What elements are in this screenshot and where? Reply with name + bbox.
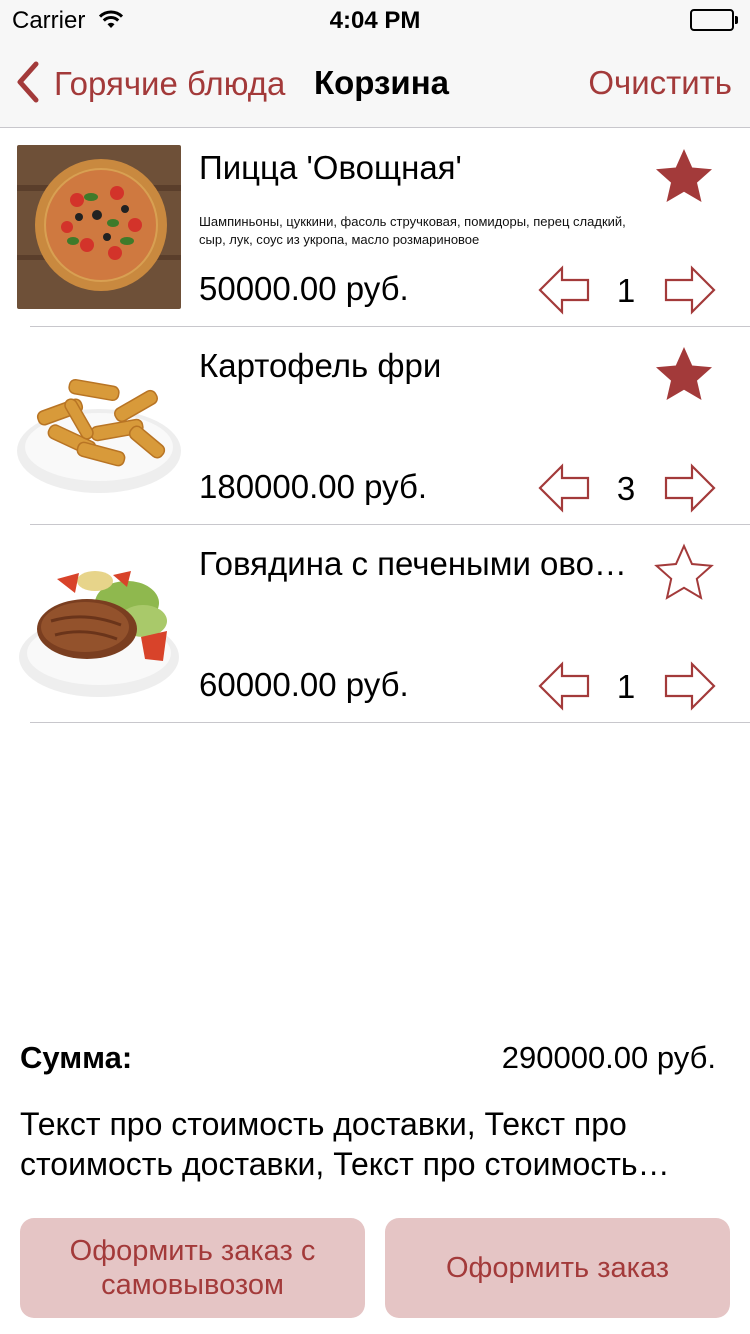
back-button[interactable]: Горячие блюда: [14, 60, 286, 109]
decrease-quantity-button[interactable]: [538, 661, 590, 711]
item-quantity: 1: [616, 272, 636, 309]
order-pickup-button-label: Оформить заказ с самовывозом: [69, 1235, 316, 1301]
chevron-left-icon: [14, 60, 42, 109]
item-price: 60000.00 руб.: [199, 666, 409, 703]
increase-quantity-button[interactable]: [664, 661, 716, 711]
arrow-left-outline-icon: [538, 265, 590, 315]
item-quantity: 3: [616, 470, 636, 507]
cart-item[interactable]: Пицца 'Овощная' Шампиньоны, цуккини, фас…: [0, 129, 750, 327]
decrease-quantity-button[interactable]: [538, 463, 590, 513]
star-filled-icon[interactable]: [652, 145, 716, 209]
clock: 4:04 PM: [329, 7, 421, 34]
delivery-info-text: Текст про стоимость доставки, Текст про …: [20, 1106, 638, 1182]
order-button[interactable]: Оформить заказ: [385, 1218, 730, 1318]
back-button-label: Горячие блюда: [54, 65, 286, 102]
arrow-left-outline-icon: [538, 661, 590, 711]
pizza-image: [17, 145, 181, 309]
battery-icon: [690, 9, 738, 31]
item-name: Пицца 'Овощная': [199, 149, 462, 186]
cart-item[interactable]: Говядина с печеными овощами 60000.00 руб…: [0, 525, 750, 723]
beef-image: [17, 541, 181, 705]
arrow-right-outline-icon: [664, 463, 716, 513]
arrow-right-outline-icon: [664, 265, 716, 315]
item-name: Картофель фри: [199, 347, 442, 384]
arrow-left-outline-icon: [538, 463, 590, 513]
star-outline-icon[interactable]: [652, 541, 716, 605]
order-pickup-button[interactable]: Оформить заказ с самовывозом: [20, 1218, 365, 1318]
fries-image: [17, 343, 181, 507]
arrow-right-outline-icon: [664, 661, 716, 711]
item-description: Шампиньоны, цуккини, фасоль стручковая, …: [199, 214, 626, 247]
item-name: Говядина с печеными овощами: [199, 545, 639, 582]
cart-item[interactable]: Картофель фри 180000.00 руб. 3: [0, 327, 750, 525]
clear-cart-button[interactable]: Очистить: [588, 64, 732, 102]
status-bar: Carrier 4:04 PM: [0, 0, 750, 40]
decrease-quantity-button[interactable]: [538, 265, 590, 315]
item-price: 180000.00 руб.: [199, 468, 428, 505]
sum-label: Сумма:: [20, 1040, 133, 1075]
cart-list: Пицца 'Овощная' Шампиньоны, цуккини, фас…: [0, 129, 750, 723]
order-button-label: Оформить заказ: [445, 1252, 670, 1284]
navigation-bar: Горячие блюда Корзина Очистить: [0, 40, 750, 128]
increase-quantity-button[interactable]: [664, 265, 716, 315]
page-title: Корзина: [314, 64, 449, 101]
increase-quantity-button[interactable]: [664, 463, 716, 513]
item-quantity: 1: [616, 668, 636, 705]
sum-value: 290000.00 руб.: [501, 1040, 716, 1075]
item-price: 50000.00 руб.: [199, 270, 409, 307]
star-filled-icon[interactable]: [652, 343, 716, 407]
